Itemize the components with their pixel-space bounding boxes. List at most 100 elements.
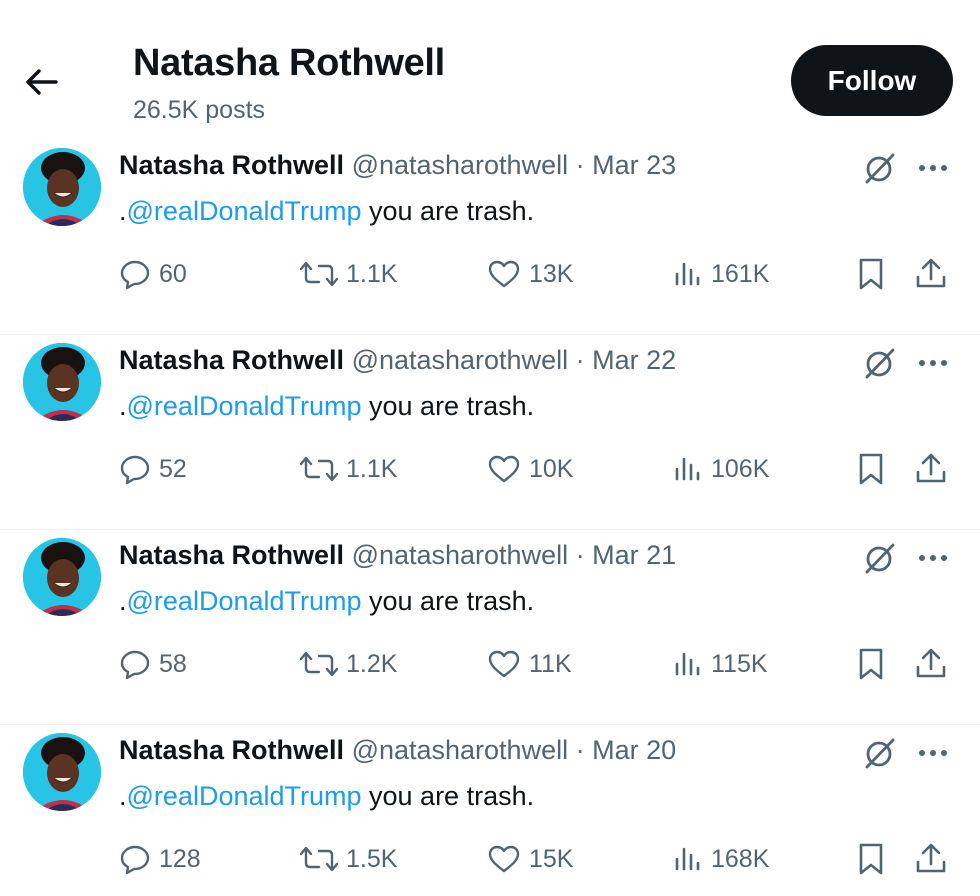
bookmark-button[interactable] xyxy=(855,252,887,296)
mention-link[interactable]: @realDonaldTrump xyxy=(127,196,362,226)
bookmark-button[interactable] xyxy=(855,837,887,881)
author-handle[interactable]: @natasharothwell xyxy=(352,540,569,570)
like-button[interactable]: 13K xyxy=(487,252,573,296)
reply-count: 58 xyxy=(159,649,187,678)
text-rest: you are trash. xyxy=(361,586,535,616)
posts-count: 26.5K posts xyxy=(133,96,266,124)
text-prefix: . xyxy=(119,196,127,226)
reply-button[interactable]: 52 xyxy=(119,447,187,491)
bookmark-button[interactable] xyxy=(855,447,887,491)
tweet-actions: 60 1.1K 13K 161K xyxy=(0,252,980,296)
share-button[interactable] xyxy=(914,447,948,491)
text-rest: you are trash. xyxy=(361,391,535,421)
separator-dot: · xyxy=(575,540,585,570)
avatar[interactable] xyxy=(23,343,101,421)
mention-link[interactable]: @realDonaldTrump xyxy=(127,586,362,616)
mention-link[interactable]: @realDonaldTrump xyxy=(127,781,362,811)
author-handle[interactable]: @natasharothwell xyxy=(352,150,569,180)
like-button[interactable]: 10K xyxy=(487,447,573,491)
grok-button[interactable] xyxy=(862,735,898,771)
like-button[interactable]: 11K xyxy=(487,642,572,686)
retweet-button[interactable]: 1.5K xyxy=(300,837,397,881)
tweet-text: .@realDonaldTrump you are trash. xyxy=(119,586,534,617)
reply-button[interactable]: 128 xyxy=(119,837,201,881)
views-button[interactable]: 161K xyxy=(673,252,769,296)
more-options-button[interactable] xyxy=(915,349,951,377)
author-name[interactable]: Natasha Rothwell xyxy=(119,735,344,765)
like-count: 11K xyxy=(529,649,572,678)
view-count: 168K xyxy=(711,844,770,873)
tweet-header: Natasha Rothwell @natasharothwell · Mar … xyxy=(119,345,676,376)
text-rest: you are trash. xyxy=(361,196,535,226)
author-handle[interactable]: @natasharothwell xyxy=(352,345,569,375)
more-options-button[interactable] xyxy=(915,154,951,182)
more-options-button[interactable] xyxy=(915,544,951,572)
text-prefix: . xyxy=(119,781,127,811)
more-horizontal-icon xyxy=(919,555,947,561)
more-options-button[interactable] xyxy=(915,739,951,767)
reply-count: 52 xyxy=(159,454,187,483)
reply-icon xyxy=(120,260,150,290)
tweet-header: Natasha Rothwell @natasharothwell · Mar … xyxy=(119,735,676,766)
views-button[interactable]: 106K xyxy=(673,447,769,491)
avatar-image xyxy=(23,148,101,226)
grok-icon xyxy=(865,738,895,769)
heart-icon xyxy=(488,455,520,483)
bookmark-icon xyxy=(859,843,883,875)
author-name[interactable]: Natasha Rothwell xyxy=(119,540,344,570)
tweet[interactable]: Natasha Rothwell @natasharothwell · Mar … xyxy=(0,530,980,725)
grok-button[interactable] xyxy=(862,150,898,186)
reply-button[interactable]: 60 xyxy=(119,252,187,296)
avatar[interactable] xyxy=(23,148,101,226)
avatar[interactable] xyxy=(23,538,101,616)
grok-button[interactable] xyxy=(862,345,898,381)
grok-icon xyxy=(865,543,895,574)
author-name[interactable]: Natasha Rothwell xyxy=(119,150,344,180)
tweet-date[interactable]: Mar 20 xyxy=(592,735,676,765)
tweet-date[interactable]: Mar 21 xyxy=(592,540,676,570)
tweet-date[interactable]: Mar 22 xyxy=(592,345,676,375)
bookmark-icon xyxy=(859,648,883,680)
author-name[interactable]: Natasha Rothwell xyxy=(119,345,344,375)
tweet-header: Natasha Rothwell @natasharothwell · Mar … xyxy=(119,540,676,571)
reply-count: 60 xyxy=(159,259,187,288)
profile-header: Natasha Rothwell 26.5K posts Follow xyxy=(0,0,980,140)
tweet[interactable]: Natasha Rothwell @natasharothwell · Mar … xyxy=(0,335,980,530)
retweet-button[interactable]: 1.1K xyxy=(300,252,397,296)
share-button[interactable] xyxy=(914,252,948,296)
share-button[interactable] xyxy=(914,837,948,881)
arrow-left-icon xyxy=(26,69,58,95)
retweet-icon xyxy=(300,456,338,482)
grok-icon xyxy=(865,153,895,184)
bookmark-icon xyxy=(859,258,883,290)
separator-dot: · xyxy=(575,735,585,765)
like-button[interactable]: 15K xyxy=(487,837,573,881)
view-count: 115K xyxy=(711,649,768,678)
tweet-date[interactable]: Mar 23 xyxy=(592,150,676,180)
share-button[interactable] xyxy=(914,642,948,686)
follow-button[interactable]: Follow xyxy=(791,45,953,116)
reply-button[interactable]: 58 xyxy=(119,642,187,686)
tweet[interactable]: Natasha Rothwell @natasharothwell · Mar … xyxy=(0,725,980,896)
mention-link[interactable]: @realDonaldTrump xyxy=(127,391,362,421)
bookmark-button[interactable] xyxy=(855,642,887,686)
views-button[interactable]: 115K xyxy=(673,642,768,686)
grok-button[interactable] xyxy=(862,540,898,576)
retweet-button[interactable]: 1.1K xyxy=(300,447,397,491)
author-handle[interactable]: @natasharothwell xyxy=(352,735,569,765)
tweet-header: Natasha Rothwell @natasharothwell · Mar … xyxy=(119,150,676,181)
heart-icon xyxy=(488,650,520,678)
tweet-text: .@realDonaldTrump you are trash. xyxy=(119,196,534,227)
avatar[interactable] xyxy=(23,733,101,811)
like-count: 10K xyxy=(529,454,574,483)
retweet-button[interactable]: 1.2K xyxy=(300,642,397,686)
reply-icon xyxy=(120,650,150,680)
grok-icon xyxy=(865,348,895,379)
views-button[interactable]: 168K xyxy=(673,837,769,881)
reply-icon xyxy=(120,845,150,875)
tweet[interactable]: Natasha Rothwell @natasharothwell · Mar … xyxy=(0,140,980,335)
heart-icon xyxy=(488,260,520,288)
tweet-actions: 128 1.5K 15K 168K xyxy=(0,837,980,881)
like-count: 13K xyxy=(529,259,574,288)
back-button[interactable] xyxy=(22,62,62,102)
